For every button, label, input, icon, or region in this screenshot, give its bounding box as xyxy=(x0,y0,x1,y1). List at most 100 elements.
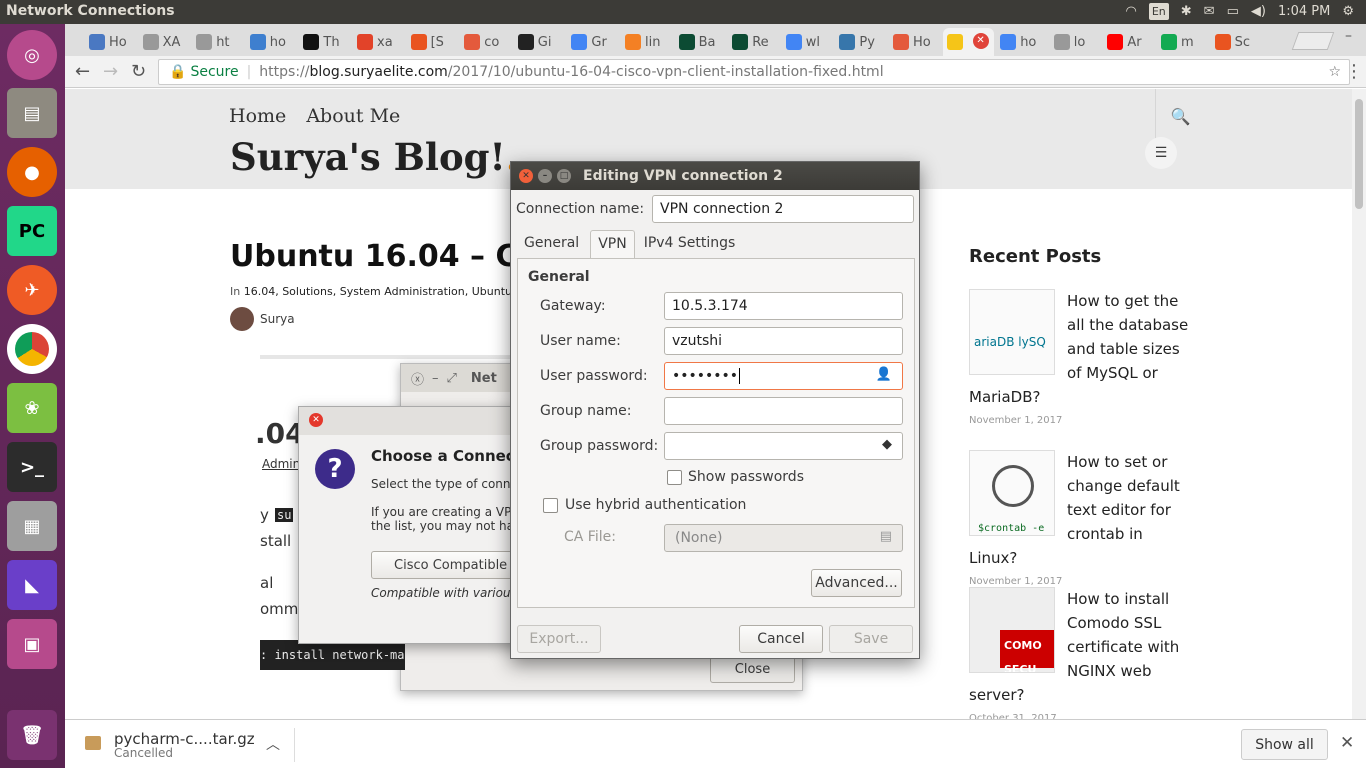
browser-tab[interactable]: Gr xyxy=(567,28,619,56)
dialog-heading: Choose a Connecti xyxy=(371,447,528,465)
battery-icon[interactable]: ▭ xyxy=(1227,4,1239,19)
browser-tab[interactable]: Ho xyxy=(85,28,137,56)
nav-about-link[interactable]: About Me xyxy=(306,105,400,127)
pycharm-icon[interactable]: PC xyxy=(7,206,57,256)
hamburger-menu-icon[interactable]: ☰ xyxy=(1145,137,1177,169)
group-name-input[interactable] xyxy=(664,397,903,425)
browser-tab[interactable]: lo xyxy=(1050,28,1102,56)
browser-tab[interactable]: Gi xyxy=(514,28,566,56)
connection-type-select[interactable]: Cisco Compatible V xyxy=(371,551,531,579)
maximize-icon[interactable]: □ xyxy=(557,169,571,183)
show-all-button[interactable]: Show all xyxy=(1241,729,1328,760)
bookmark-star-icon[interactable]: ☆ xyxy=(1328,64,1341,80)
favicon-icon xyxy=(732,34,749,50)
save-button[interactable]: Save xyxy=(829,625,913,653)
recent-post-item[interactable]: $crontab -e How to set or change default… xyxy=(969,450,1189,590)
minimize-icon[interactable]: – xyxy=(1345,28,1352,44)
avatar xyxy=(230,307,254,331)
recent-post-item[interactable]: ariaDB lySQ How to get the all the datab… xyxy=(969,289,1189,429)
ubuntu-dash-icon[interactable]: ◎ xyxy=(7,30,57,80)
postman-icon[interactable]: ✈ xyxy=(7,265,57,315)
advanced-button[interactable]: Advanced... xyxy=(811,569,902,597)
tab-vpn[interactable]: VPN xyxy=(590,230,635,258)
show-passwords-checkbox[interactable] xyxy=(667,470,682,485)
keyboard-layout-indicator[interactable]: En xyxy=(1148,3,1169,20)
volume-icon[interactable]: ◀) xyxy=(1251,4,1266,19)
tab-label: Ba xyxy=(698,34,716,50)
mail-icon[interactable]: ✉ xyxy=(1204,4,1215,19)
browser-tab[interactable]: Py xyxy=(835,28,887,56)
tab-general[interactable]: General xyxy=(521,230,582,258)
trash-icon[interactable]: 🗑 xyxy=(7,710,57,760)
page-scrollbar[interactable] xyxy=(1352,89,1366,719)
browser-tab[interactable]: lin xyxy=(621,28,673,56)
post-author[interactable]: Surya xyxy=(230,307,295,331)
browser-tab[interactable]: [S xyxy=(407,28,459,56)
cancel-button[interactable]: Cancel xyxy=(739,625,823,653)
reload-icon[interactable]: ↻ xyxy=(131,61,146,82)
blog-title[interactable]: Surya's Blog!. xyxy=(230,135,519,179)
recent-post-item[interactable]: COMO SECU How to install Comodo SSL cert… xyxy=(969,587,1189,719)
browser-tab[interactable]: Ba xyxy=(675,28,727,56)
favicon-icon xyxy=(357,34,373,50)
visual-studio-icon[interactable]: ◣ xyxy=(7,560,57,610)
chevron-up-icon[interactable]: ︿ xyxy=(266,734,280,754)
browser-tab[interactable]: Sc xyxy=(1211,28,1263,56)
wifi-icon[interactable]: ◠ xyxy=(1126,4,1137,19)
user-password-input[interactable]: •••••••• 👤 xyxy=(664,362,903,390)
files-icon[interactable]: ▤ xyxy=(7,88,57,138)
hybrid-auth-checkbox[interactable] xyxy=(543,498,558,513)
calculator-icon[interactable]: ▦ xyxy=(7,501,57,551)
new-tab-button[interactable] xyxy=(1291,32,1335,50)
close-tab-icon[interactable]: ✕ xyxy=(972,33,989,49)
nav-home-link[interactable]: Home xyxy=(229,105,286,127)
browser-tab[interactable]: ht xyxy=(192,28,244,56)
tab-ipv4-settings[interactable]: IPv4 Settings xyxy=(641,230,739,258)
browser-tab[interactable]: ho xyxy=(246,28,298,56)
search-icon[interactable]: 🔍 xyxy=(1155,89,1205,143)
gateway-input[interactable]: 10.5.3.174 xyxy=(664,292,903,320)
chrome-icon[interactable] xyxy=(7,324,57,374)
tab-label: Ar xyxy=(1127,34,1142,50)
bluetooth-icon[interactable]: ✱ xyxy=(1181,4,1192,19)
terminal-icon[interactable]: >_ xyxy=(7,442,57,492)
browser-tab[interactable]: XA xyxy=(139,28,191,56)
browser-tab[interactable]: Ar xyxy=(1103,28,1155,56)
settings-gear-icon[interactable]: ⚙ xyxy=(1342,4,1354,19)
robomongo-icon[interactable]: ❀ xyxy=(7,383,57,433)
back-arrow-icon[interactable]: ← xyxy=(75,61,90,82)
connection-name-input[interactable]: VPN connection 2 xyxy=(652,195,914,223)
username-input[interactable]: vzutshi xyxy=(664,327,903,355)
browser-tab[interactable]: wl xyxy=(782,28,834,56)
browser-tab[interactable]: co xyxy=(460,28,512,56)
show-passwords-label[interactable]: Show passwords xyxy=(688,469,804,485)
browser-tab[interactable]: ho xyxy=(996,28,1048,56)
browser-tab[interactable]: ✕ xyxy=(942,28,995,56)
group-password-input[interactable]: ◆ xyxy=(664,432,903,460)
firefox-icon[interactable]: ● xyxy=(7,147,57,197)
close-button[interactable]: Close xyxy=(710,655,795,683)
close-icon[interactable]: ✕ xyxy=(1340,733,1354,753)
close-icon[interactable]: ✕ xyxy=(309,413,323,427)
clock[interactable]: 1:04 PM xyxy=(1278,4,1330,19)
ca-file-chooser[interactable]: (None) ▤ xyxy=(664,524,903,552)
close-icon[interactable]: ✕ xyxy=(519,169,533,183)
browser-tab[interactable]: Ho xyxy=(889,28,941,56)
minimize-icon[interactable]: – xyxy=(432,371,439,386)
maximize-icon[interactable]: ⤢ xyxy=(447,371,457,386)
menu-kebab-icon[interactable]: ⋮ xyxy=(1345,61,1363,82)
hybrid-auth-label[interactable]: Use hybrid authentication xyxy=(565,497,746,513)
dialog-titlebar: ✕ – □ Editing VPN connection 2 xyxy=(511,162,919,190)
browser-tab[interactable]: Th xyxy=(299,28,351,56)
browser-tab[interactable]: Re xyxy=(728,28,780,56)
password-storage-icon[interactable]: ◆ xyxy=(882,437,892,452)
address-bar[interactable]: 🔒 Secure | https:// blog.suryaelite.com … xyxy=(158,59,1350,85)
network-connections-icon[interactable]: ▣ xyxy=(7,619,57,669)
browser-tab[interactable]: m xyxy=(1157,28,1209,56)
close-icon[interactable]: ⓧ xyxy=(411,369,424,388)
export-button[interactable]: Export... xyxy=(517,625,601,653)
forward-arrow-icon[interactable]: → xyxy=(103,61,118,82)
password-storage-icon[interactable]: 👤 xyxy=(876,367,892,382)
minimize-icon[interactable]: – xyxy=(538,169,552,183)
browser-tab[interactable]: xa xyxy=(353,28,405,56)
